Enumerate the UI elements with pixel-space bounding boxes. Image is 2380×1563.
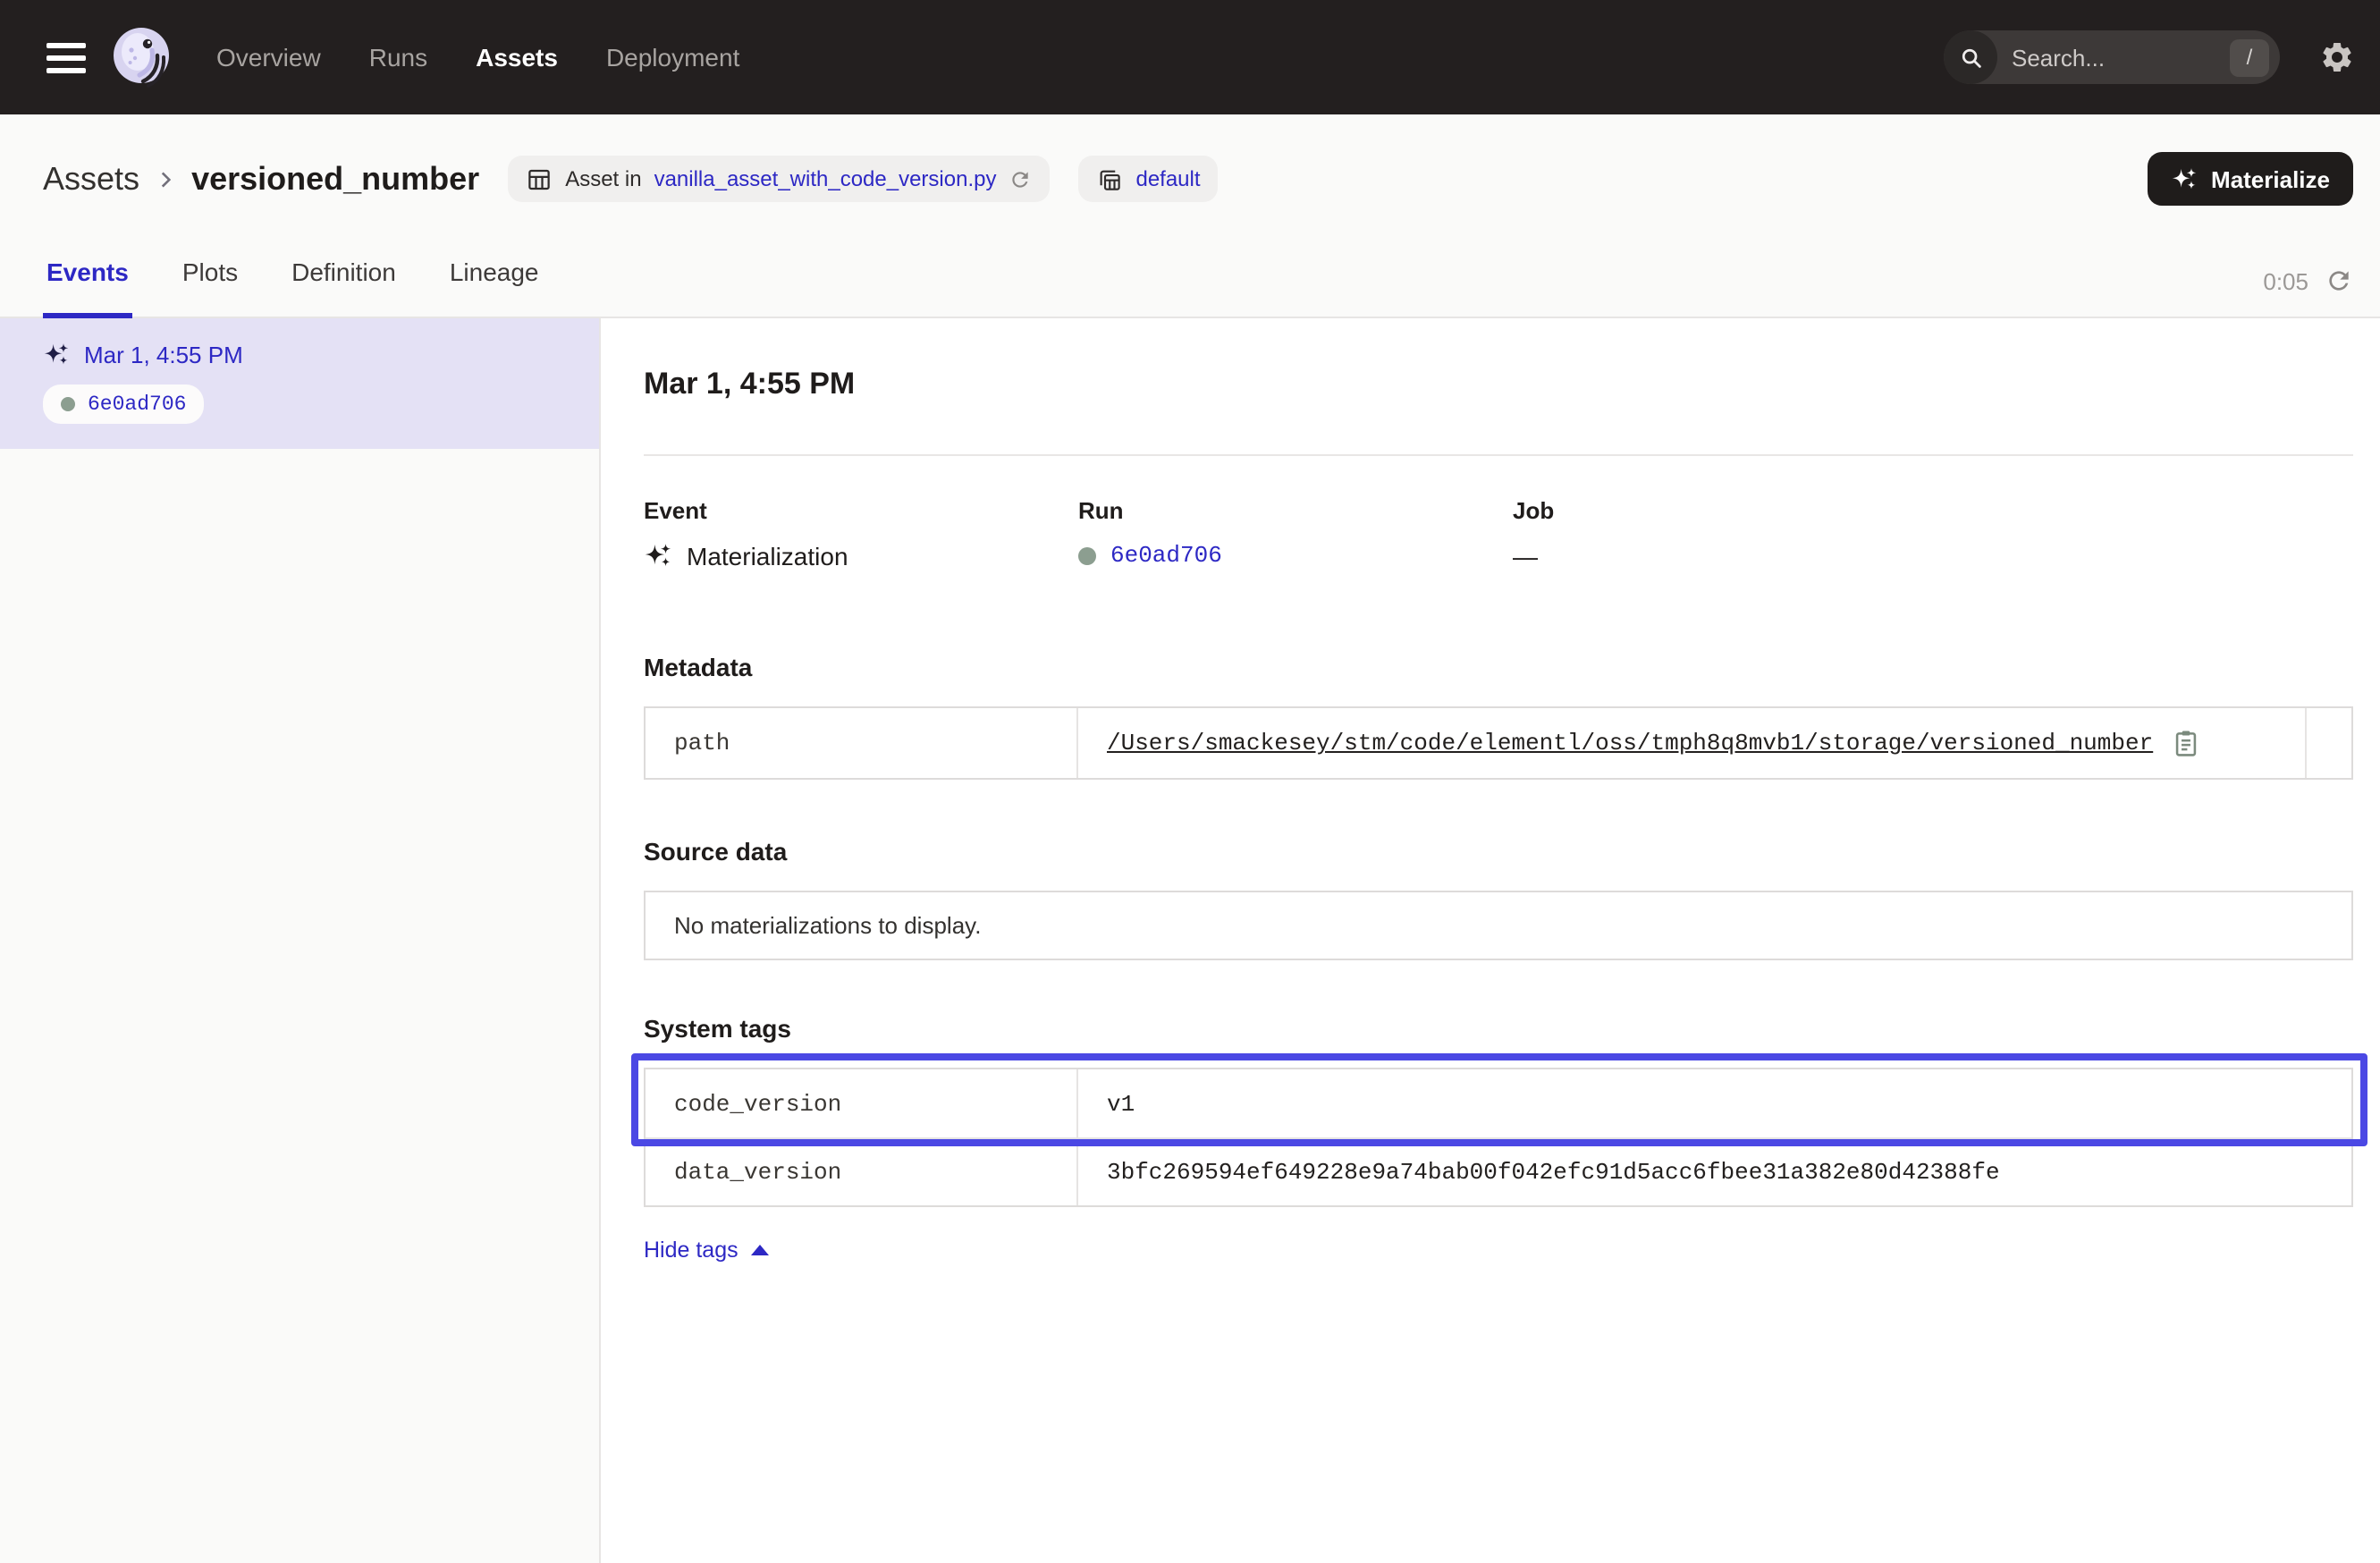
hide-tags-label: Hide tags	[644, 1238, 738, 1263]
divider	[644, 454, 2353, 456]
breadcrumb-assets-link[interactable]: Assets	[43, 160, 139, 198]
event-column-label: Event	[644, 497, 1078, 524]
nav-item-runs[interactable]: Runs	[369, 43, 427, 72]
group-badge: default	[1078, 156, 1218, 202]
system-tags-table: code_version v1 data_version 3bfc269594e…	[644, 1068, 2353, 1207]
run-status-dot	[61, 397, 75, 411]
run-column-label: Run	[1078, 497, 1513, 524]
metadata-key: path	[646, 708, 1078, 778]
copy-icon[interactable]	[2171, 728, 2201, 758]
page-title: versioned_number	[191, 160, 479, 198]
event-summary-grid: Event Materialization Run 6e0ad706	[644, 497, 2353, 570]
search-icon	[1944, 30, 1997, 84]
gear-icon[interactable]	[2319, 39, 2355, 75]
materialization-sparkle-icon	[644, 542, 672, 570]
metadata-heading: Metadata	[644, 653, 2353, 681]
hamburger-menu-icon[interactable]	[46, 42, 86, 72]
materialization-sparkle-icon	[43, 342, 70, 368]
table-gutter	[2305, 708, 2351, 778]
search-input[interactable]	[1997, 44, 2230, 71]
asset-group-icon	[1096, 165, 1123, 192]
tag-key: code_version	[646, 1069, 1078, 1137]
search-shortcut-key: /	[2230, 38, 2269, 76]
metadata-section: Metadata path /Users/smackesey/stm/code/…	[644, 653, 2353, 780]
tabs-bar: Events Plots Definition Lineage 0:05	[0, 218, 2380, 318]
system-tags-heading: System tags	[644, 1014, 2353, 1043]
source-data-empty-state: No materializations to display.	[644, 891, 2353, 960]
hide-tags-link[interactable]: Hide tags	[644, 1238, 769, 1263]
nav-item-deployment[interactable]: Deployment	[606, 43, 739, 72]
source-data-section: Source data No materializations to displ…	[644, 837, 2353, 960]
nav-item-assets[interactable]: Assets	[476, 43, 558, 72]
tag-value: 3bfc269594ef649228e9a74bab00f042efc91d5a…	[1078, 1139, 2351, 1205]
run-badge[interactable]: 6e0ad706	[43, 384, 204, 424]
tab-events[interactable]: Events	[43, 258, 132, 318]
job-column-label: Job	[1513, 497, 2353, 524]
refresh-icon[interactable]	[2325, 266, 2353, 295]
dagster-logo[interactable]	[109, 25, 173, 89]
tag-key: data_version	[646, 1139, 1078, 1205]
chevron-right-icon	[154, 167, 177, 190]
event-detail-panel: Mar 1, 4:55 PM Event Materialization Run	[601, 318, 2380, 1563]
metadata-table: path /Users/smackesey/stm/code/elementl/…	[644, 706, 2353, 780]
countdown-timer: 0:05	[2263, 267, 2308, 294]
tab-definition[interactable]: Definition	[288, 258, 400, 318]
group-link[interactable]: default	[1135, 166, 1200, 191]
asset-grid-icon	[526, 165, 553, 192]
table-row: path /Users/smackesey/stm/code/elementl/…	[646, 708, 2351, 778]
page-header: Assets versioned_number Asset in vanilla…	[0, 114, 2380, 318]
event-timestamp: Mar 1, 4:55 PM	[84, 342, 243, 368]
caret-up-icon	[751, 1245, 769, 1255]
event-type-value: Materialization	[687, 542, 848, 570]
tag-value: v1	[1078, 1069, 2351, 1137]
path-value-link[interactable]: /Users/smackesey/stm/code/elementl/oss/t…	[1107, 730, 2153, 756]
refresh-countdown: 0:05	[2263, 266, 2353, 317]
reload-definition-icon[interactable]	[1009, 167, 1032, 190]
breadcrumb: Assets versioned_number	[43, 160, 479, 198]
job-empty-value: —	[1513, 542, 1538, 570]
table-row: code_version v1	[646, 1069, 2351, 1137]
run-status-dot	[1078, 546, 1096, 564]
event-column: Event Materialization	[644, 497, 1078, 570]
asset-badge-prefix: Asset in	[565, 166, 641, 191]
run-id-label: 6e0ad706	[88, 393, 186, 416]
tab-lineage[interactable]: Lineage	[446, 258, 543, 318]
event-list-sidebar: Mar 1, 4:55 PM 6e0ad706	[0, 318, 601, 1563]
sparkle-icon	[2170, 165, 2197, 192]
nav-links: Overview Runs Assets Deployment	[216, 43, 739, 72]
top-nav: Overview Runs Assets Deployment /	[0, 0, 2380, 114]
asset-definition-badge: Asset in vanilla_asset_with_code_version…	[508, 156, 1050, 202]
event-list-item-selected[interactable]: Mar 1, 4:55 PM 6e0ad706	[0, 318, 599, 449]
table-row: data_version 3bfc269594ef649228e9a74bab0…	[646, 1137, 2351, 1205]
tab-plots[interactable]: Plots	[179, 258, 241, 318]
run-column: Run 6e0ad706	[1078, 497, 1513, 570]
event-title: Mar 1, 4:55 PM	[644, 367, 2353, 402]
nav-item-overview[interactable]: Overview	[216, 43, 321, 72]
materialize-button[interactable]: Materialize	[2147, 152, 2353, 206]
search-bar[interactable]: /	[1944, 30, 2280, 84]
asset-file-link[interactable]: vanilla_asset_with_code_version.py	[654, 166, 997, 191]
job-column: Job —	[1513, 497, 2353, 570]
highlighted-row-wrapper: code_version v1	[646, 1069, 2351, 1137]
run-id-link[interactable]: 6e0ad706	[1110, 542, 1222, 569]
system-tags-section: System tags code_version v1 data_version…	[644, 1014, 2353, 1266]
materialize-button-label: Materialize	[2211, 165, 2330, 192]
dagster-app: Overview Runs Assets Deployment / Assets	[0, 0, 2380, 1563]
source-data-heading: Source data	[644, 837, 2353, 866]
